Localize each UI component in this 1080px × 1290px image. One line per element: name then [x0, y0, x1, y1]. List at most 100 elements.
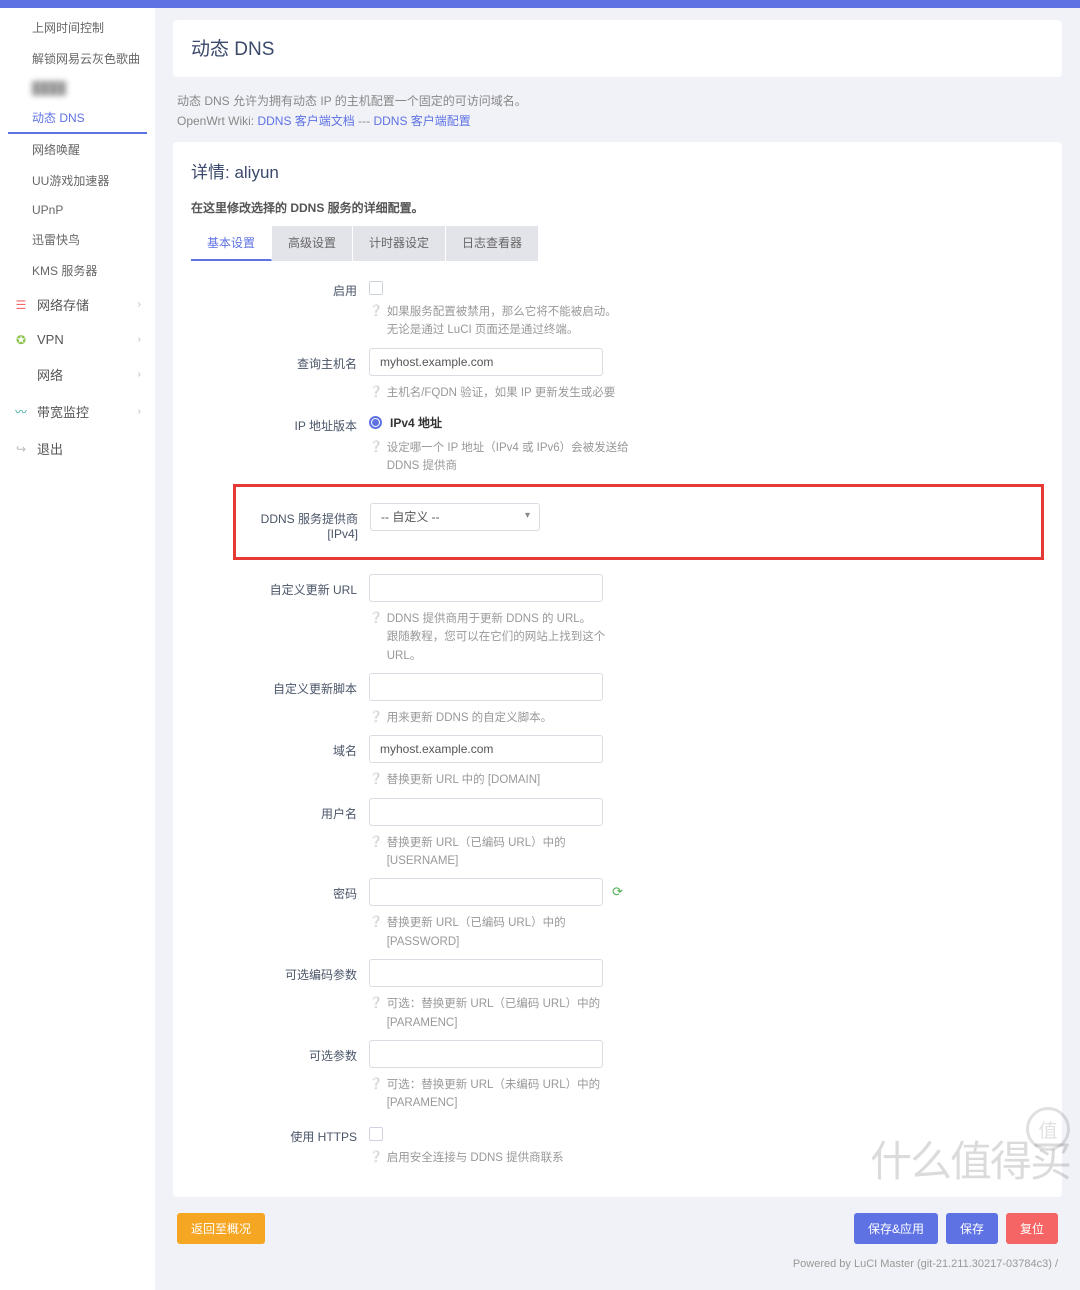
- info-icon: ❔: [369, 1149, 383, 1167]
- sidebar-item-blurred[interactable]: ████: [0, 74, 155, 102]
- paramenc-input[interactable]: [369, 959, 603, 987]
- sidebar-item-uu[interactable]: UU游戏加速器: [0, 165, 155, 196]
- hint-https: 启用安全连接与 DDNS 提供商联系: [387, 1149, 564, 1167]
- top-accent-bar: [0, 0, 1080, 8]
- refresh-icon[interactable]: ⟳: [612, 884, 623, 900]
- sidebar-group-label: 网络存储: [37, 295, 89, 314]
- header-card: 动态 DNS: [173, 20, 1062, 77]
- hint-username: 替换更新 URL（已编码 URL）中的 [USERNAME]: [387, 834, 629, 871]
- monitor-icon: 〰: [14, 405, 28, 419]
- powered-by: Powered by LuCI Master (git-21.211.30217…: [177, 1258, 1058, 1270]
- ipv4-radio[interactable]: [369, 416, 382, 429]
- enable-checkbox[interactable]: [369, 281, 383, 295]
- provider-select[interactable]: -- 自定义 --: [370, 503, 540, 531]
- sidebar-item-xunlei[interactable]: 迅雷快鸟: [0, 224, 155, 255]
- detail-card: 详情: aliyun 在这里修改选择的 DDNS 服务的详细配置。 基本设置 高…: [173, 142, 1062, 1197]
- sidebar-item-ddns[interactable]: 动态 DNS: [8, 102, 147, 134]
- label-paramopt: 可选参数: [191, 1040, 369, 1064]
- info-icon: ❔: [369, 303, 383, 340]
- reset-button[interactable]: 复位: [1006, 1213, 1058, 1244]
- storage-icon: ☰: [14, 298, 28, 312]
- footer-bar: 返回至概况 保存&应用 保存 复位: [177, 1213, 1058, 1244]
- custom-url-input[interactable]: [369, 574, 603, 602]
- hint-domain: 替换更新 URL 中的 [DOMAIN]: [387, 771, 541, 789]
- save-button[interactable]: 保存: [946, 1213, 998, 1244]
- sidebar-item-kms[interactable]: KMS 服务器: [0, 255, 155, 286]
- hint-password: 替换更新 URL（已编码 URL）中的 [PASSWORD]: [387, 914, 629, 951]
- sidebar-item-wol[interactable]: 网络唤醒: [0, 134, 155, 165]
- hint-ipver: 设定哪一个 IP 地址（IPv4 或 IPv6）会被发送给 DDNS 提供商: [387, 439, 629, 476]
- label-domain: 域名: [191, 735, 369, 759]
- sidebar-group-network[interactable]: �⴮ 网络 ›: [0, 356, 155, 393]
- https-checkbox[interactable]: [369, 1127, 383, 1141]
- globe-icon: ✪: [14, 333, 28, 347]
- network-icon: �⴮: [14, 368, 28, 382]
- link-ddns-doc[interactable]: DDNS 客户端文档: [257, 114, 354, 128]
- sidebar: 上网时间控制 解锁网易云灰色歌曲 ████ 动态 DNS 网络唤醒 UU游戏加速…: [0, 8, 155, 1290]
- tab-log[interactable]: 日志查看器: [446, 226, 539, 261]
- lookup-input[interactable]: [369, 348, 603, 376]
- chevron-right-icon: ›: [138, 406, 141, 417]
- hint-custom-url: DDNS 提供商用于更新 DDNS 的 URL。 跟随教程，您可以在它们的网站上…: [387, 610, 629, 665]
- sidebar-item-time-control[interactable]: 上网时间控制: [0, 12, 155, 43]
- label-username: 用户名: [191, 798, 369, 822]
- sidebar-item-netease[interactable]: 解锁网易云灰色歌曲: [0, 43, 155, 74]
- tabs: 基本设置 高级设置 计时器设定 日志查看器: [191, 226, 1044, 261]
- sidebar-group-label: 网络: [37, 365, 63, 384]
- password-input[interactable]: [369, 878, 603, 906]
- back-button[interactable]: 返回至概况: [177, 1213, 265, 1244]
- provider-highlight-box: DDNS 服务提供商 [IPv4] -- 自定义 --: [233, 484, 1044, 560]
- label-lookup: 查询主机名: [191, 348, 369, 372]
- paramopt-input[interactable]: [369, 1040, 603, 1068]
- label-password: 密码: [191, 878, 369, 902]
- sidebar-group-logout[interactable]: ↪ 退出: [0, 430, 155, 467]
- info-icon: ❔: [369, 771, 383, 789]
- label-custom-url: 自定义更新 URL: [191, 574, 369, 598]
- page-title: 动态 DNS: [191, 34, 1044, 61]
- info-icon: ❔: [369, 439, 383, 476]
- custom-script-input[interactable]: [369, 673, 603, 701]
- info-icon: ❔: [369, 995, 383, 1032]
- info-icon: ❔: [369, 709, 383, 727]
- wiki-prefix: OpenWrt Wiki:: [177, 114, 257, 128]
- label-ipver: IP 地址版本: [191, 410, 369, 434]
- hint-enable: 如果服务配置被禁用，那么它将不能被启动。 无论是通过 LuCI 页面还是通过终端…: [387, 303, 617, 340]
- username-input[interactable]: [369, 798, 603, 826]
- info-icon: ❔: [369, 834, 383, 871]
- ipv4-label: IPv4 地址: [390, 414, 442, 431]
- hint-custom-script: 用来更新 DDNS 的自定义脚本。: [387, 709, 552, 727]
- link-ddns-config[interactable]: DDNS 客户端配置: [373, 114, 470, 128]
- tab-basic[interactable]: 基本设置: [191, 226, 272, 261]
- label-provider: DDNS 服务提供商 [IPv4]: [236, 503, 370, 541]
- sidebar-group-label: 带宽监控: [37, 402, 89, 421]
- detail-subdesc: 在这里修改选择的 DDNS 服务的详细配置。: [191, 199, 1044, 216]
- chevron-right-icon: ›: [138, 369, 141, 380]
- domain-input[interactable]: [369, 735, 603, 763]
- save-apply-button[interactable]: 保存&应用: [854, 1213, 938, 1244]
- link-sep: ---: [355, 114, 374, 128]
- sidebar-group-label: 退出: [37, 439, 63, 458]
- chevron-right-icon: ›: [138, 299, 141, 310]
- sidebar-group-vpn[interactable]: ✪ VPN ›: [0, 323, 155, 356]
- tab-timer[interactable]: 计时器设定: [353, 226, 446, 261]
- logout-icon: ↪: [14, 442, 28, 456]
- page-description: 动态 DNS 允许为拥有动态 IP 的主机配置一个固定的可访问域名。 OpenW…: [177, 91, 1058, 132]
- hint-lookup: 主机名/FQDN 验证，如果 IP 更新发生或必要: [387, 384, 616, 402]
- label-https: 使用 HTTPS: [191, 1121, 369, 1145]
- info-icon: ❔: [369, 384, 383, 402]
- sidebar-item-upnp[interactable]: UPnP: [0, 196, 155, 224]
- info-icon: ❔: [369, 610, 383, 665]
- desc-text: 动态 DNS 允许为拥有动态 IP 的主机配置一个固定的可访问域名。: [177, 94, 527, 108]
- sidebar-group-storage[interactable]: ☰ 网络存储 ›: [0, 286, 155, 323]
- hint-paramenc: 可选：替换更新 URL（已编码 URL）中的 [PARAMENC]: [387, 995, 629, 1032]
- sidebar-group-bandwidth[interactable]: 〰带宽监控 ›: [0, 393, 155, 430]
- chevron-right-icon: ›: [138, 334, 141, 345]
- label-custom-script: 自定义更新脚本: [191, 673, 369, 697]
- sidebar-group-label: VPN: [37, 332, 64, 347]
- main-content: 动态 DNS 动态 DNS 允许为拥有动态 IP 的主机配置一个固定的可访问域名…: [155, 8, 1080, 1290]
- label-enable: 启用: [191, 275, 369, 299]
- hint-paramopt: 可选：替换更新 URL（未编码 URL）中的 [PARAMENC]: [387, 1076, 629, 1113]
- info-icon: ❔: [369, 914, 383, 951]
- tab-advanced[interactable]: 高级设置: [272, 226, 353, 261]
- detail-title: 详情: aliyun: [191, 158, 1044, 183]
